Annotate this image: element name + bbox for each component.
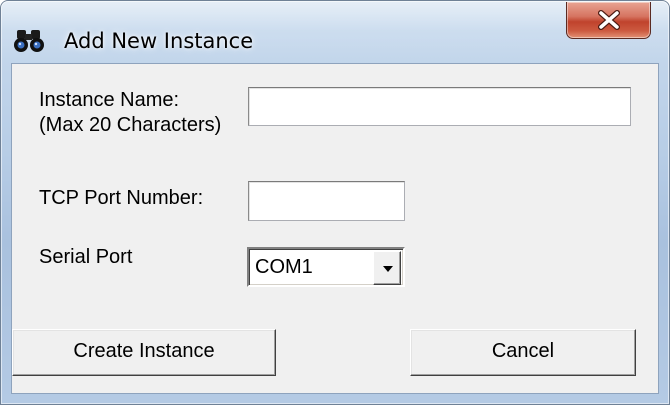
tcp-port-label: TCP Port Number: xyxy=(39,187,204,209)
chevron-down-icon xyxy=(383,266,393,272)
dropdown-button[interactable] xyxy=(373,251,401,285)
create-instance-button[interactable]: Create Instance xyxy=(12,329,276,376)
cancel-button[interactable]: Cancel xyxy=(410,329,636,376)
cancel-label: Cancel xyxy=(491,340,555,362)
tcp-port-input[interactable] xyxy=(248,181,405,221)
instance-name-label: Instance Name: xyxy=(39,89,180,111)
serial-port-value: COM1 xyxy=(255,256,313,278)
serial-port-label: Serial Port xyxy=(39,246,133,268)
serial-port-select[interactable]: COM1 xyxy=(247,247,405,287)
instance-name-hint: (Max 20 Characters) xyxy=(39,114,222,136)
binoculars-icon xyxy=(13,27,53,55)
dialog-client-area: Instance Name: (Max 20 Characters) TCP P… xyxy=(11,63,659,394)
close-x-icon xyxy=(598,10,620,30)
instance-name-input[interactable] xyxy=(248,87,631,126)
close-button[interactable] xyxy=(566,2,651,39)
create-instance-label: Create Instance xyxy=(73,340,215,362)
window-title: Add New Instance xyxy=(64,29,254,53)
dialog-window: Add New Instance Instance Name: (Max 20 … xyxy=(0,0,670,405)
